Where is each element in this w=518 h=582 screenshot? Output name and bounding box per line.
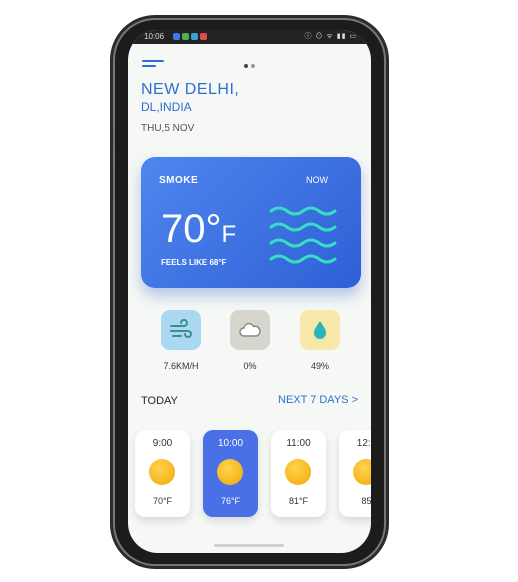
notification-icons: [173, 33, 207, 40]
power-button: [386, 144, 389, 200]
current-weather-card[interactable]: SMOKE NOW 70°F FEELS LIKE 68°F: [141, 157, 361, 288]
home-indicator[interactable]: [214, 544, 284, 547]
status-time: 10:06: [144, 32, 165, 41]
hour-time: 10:00: [217, 438, 244, 449]
wind-icon: [170, 319, 192, 338]
status-bar: 10:06 ⓘ ⊙ ᯤ ▮▮ ▭: [128, 30, 371, 44]
hourly-card[interactable]: 9:00 70°F: [135, 430, 190, 517]
app-notification-icon: [182, 33, 189, 40]
cloud-cover-value: 0%: [243, 361, 257, 371]
hour-temp: 85: [361, 496, 371, 506]
status-icons: ⓘ ⊙ ᯤ ▮▮ ▭: [304, 33, 357, 40]
app-notification-icon: [200, 33, 207, 40]
app-notification-icon: [173, 33, 180, 40]
region-name: DL,INDIA: [141, 100, 192, 114]
hourly-card[interactable]: 11:00 81°F: [271, 430, 326, 517]
next-7-days-link[interactable]: NEXT 7 DAYS >: [278, 394, 358, 406]
hour-time: 11:00: [286, 438, 311, 449]
hour-temp: 70°F: [152, 496, 173, 506]
sun-icon: [149, 459, 175, 485]
sun-icon: [217, 459, 243, 485]
app-notification-icon: [191, 33, 198, 40]
feels-like-label: FEELS LIKE 68°F: [161, 258, 227, 267]
now-label: NOW: [306, 175, 328, 185]
waves-icon: [269, 206, 337, 264]
humidity-value: 49%: [310, 361, 329, 371]
page-indicator: [244, 64, 255, 68]
hour-time: 12:0: [356, 438, 371, 449]
current-temperature: 70°F: [161, 207, 237, 251]
cloud-icon: [239, 322, 261, 337]
date-label: THU,5 NOV: [141, 123, 195, 134]
humidity-stat: [300, 310, 340, 350]
wind-speed-value: 7.6KM/H: [163, 361, 199, 371]
condition-label: SMOKE: [159, 175, 199, 186]
cloud-stat: [230, 310, 270, 350]
hour-temp: 81°F: [288, 496, 309, 506]
sun-icon: [353, 459, 371, 485]
hour-temp: 76°F: [220, 496, 241, 506]
droplet-icon: [314, 321, 326, 339]
volume-button: [110, 162, 113, 202]
menu-icon[interactable]: [142, 60, 164, 72]
hourly-card-selected[interactable]: 10:00 76°F: [203, 430, 258, 517]
volume-button: [110, 126, 113, 150]
sun-icon: [285, 459, 311, 485]
city-name: NEW DELHI,: [141, 81, 240, 98]
hourly-card[interactable]: 12:0 85: [339, 430, 371, 517]
app-screen: 10:06 ⓘ ⊙ ᯤ ▮▮ ▭ NEW DELHI, DL,INDIA THU…: [128, 30, 371, 553]
wind-stat: [161, 310, 201, 350]
hour-time: 9:00: [152, 438, 173, 449]
today-label: TODAY: [141, 395, 178, 407]
